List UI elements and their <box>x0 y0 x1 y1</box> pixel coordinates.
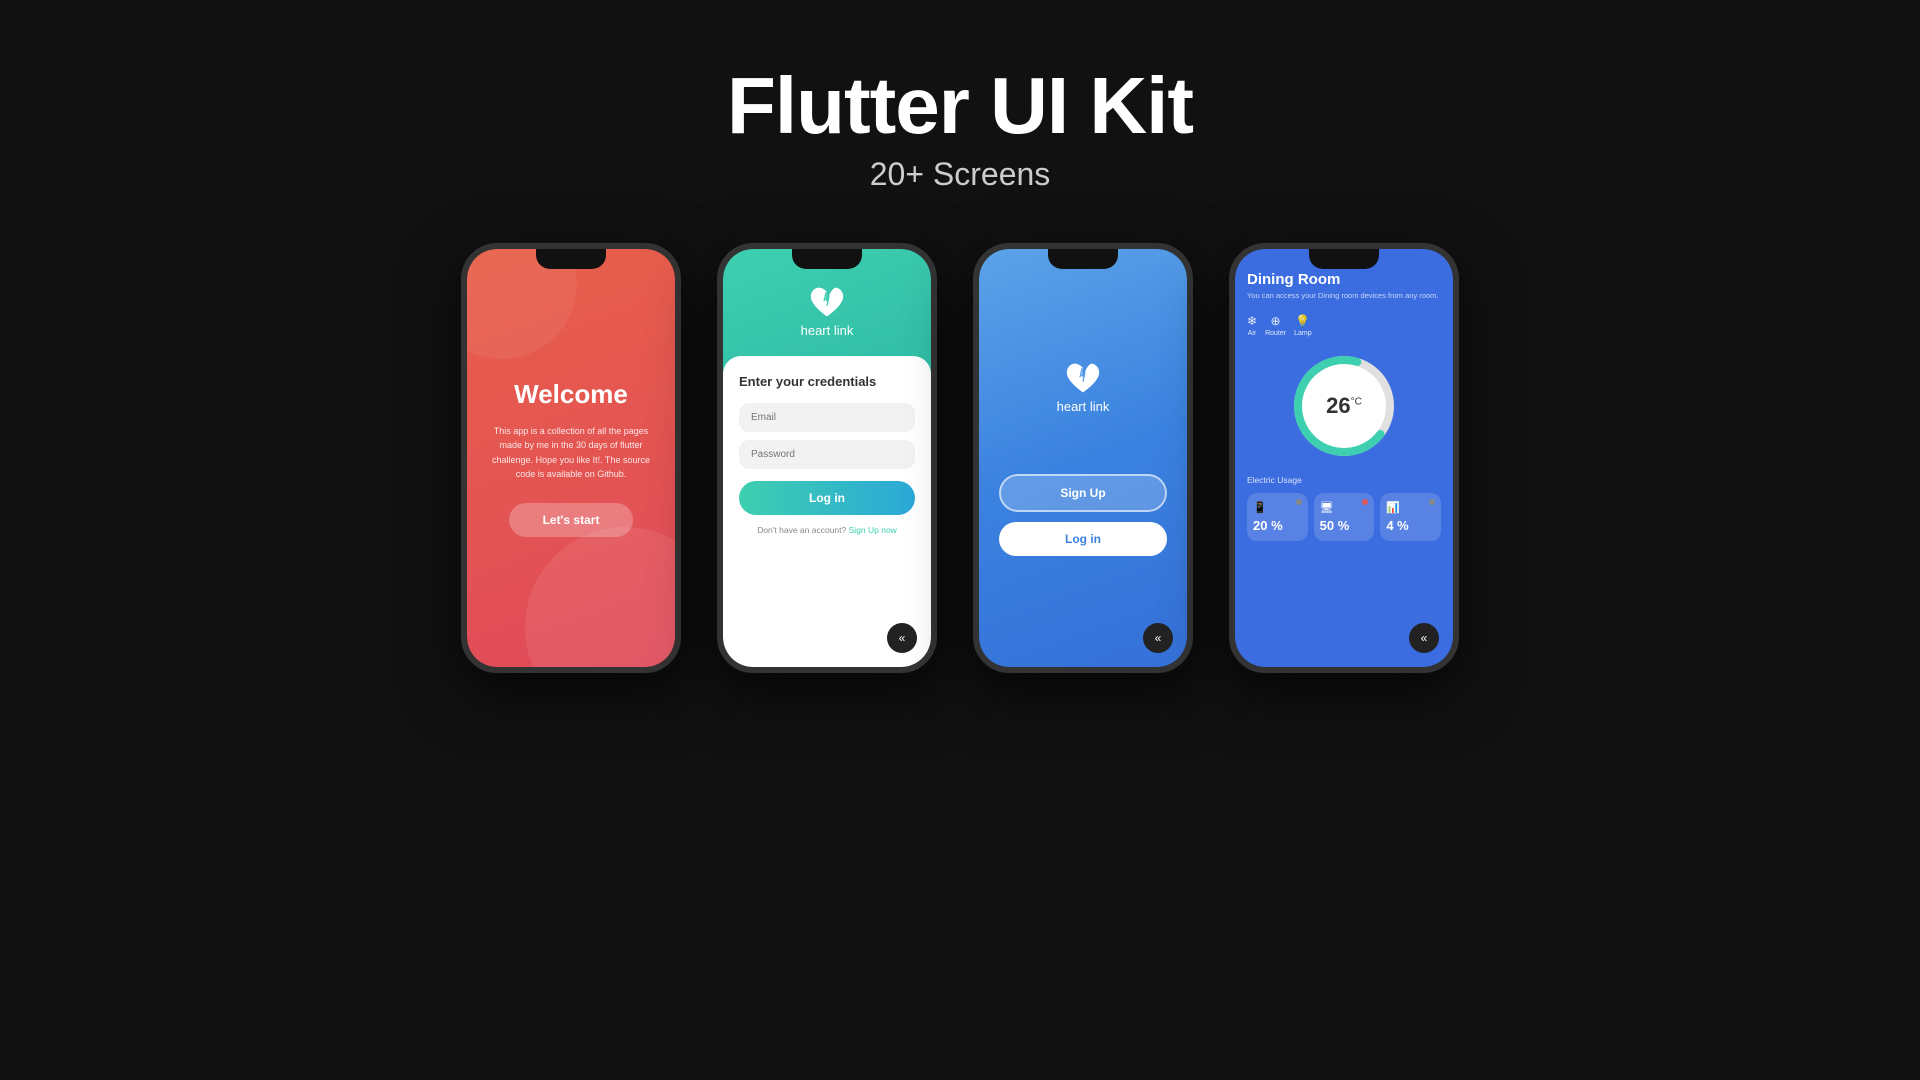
phones-container: Welcome This app is a collection of all … <box>461 243 1459 673</box>
login-button[interactable]: Log in <box>739 481 915 515</box>
phone-smarthome: Dining Room You can access your Dining r… <box>1229 243 1459 673</box>
device-lamp: 💡 Lamp <box>1294 314 1312 337</box>
electric-usage-label: Electric Usage <box>1247 475 1441 485</box>
app-name-bold: heart <box>801 323 831 338</box>
usage-row: 📱 20 % 🖥 50 % 📊 4 % <box>1247 493 1441 541</box>
login-button-signup-screen[interactable]: Log in <box>999 522 1167 556</box>
welcome-desc: This app is a collection of all the page… <box>487 424 655 482</box>
temp-unit: °C <box>1351 396 1362 407</box>
router-label: Router <box>1265 330 1286 337</box>
nav-arrow-smarthome[interactable]: « <box>1409 623 1439 653</box>
welcome-title: Welcome <box>514 379 628 410</box>
logo-area-login: heart link <box>801 285 854 338</box>
app-name-signup: heart link <box>1057 399 1110 414</box>
signup-link[interactable]: Sign Up now <box>849 525 897 535</box>
usage-percent-ac: 20 % <box>1253 518 1283 533</box>
heart-icon-login <box>809 285 845 319</box>
app-name-light-signup: link <box>1086 399 1109 414</box>
nav-arrow-login[interactable]: « <box>887 623 917 653</box>
logo-area-signup: heart link <box>1057 361 1110 414</box>
phone-screen-login: heart link Enter your credentials Log in… <box>723 249 931 667</box>
phone-screen-welcome: Welcome This app is a collection of all … <box>467 249 675 667</box>
page-title: Flutter UI Kit <box>727 60 1193 152</box>
temp-number: 26 <box>1326 393 1350 418</box>
usage-percent-tv: 50 % <box>1320 518 1350 533</box>
phone-screen-signup: heart link Sign Up Log in « <box>979 249 1187 667</box>
phone-login: heart link Enter your credentials Log in… <box>717 243 937 673</box>
app-name-login: heart link <box>801 323 854 338</box>
phone-welcome: Welcome This app is a collection of all … <box>461 243 681 673</box>
signup-button[interactable]: Sign Up <box>999 474 1167 512</box>
room-desc: You can access your Dining room devices … <box>1247 291 1441 302</box>
usage-card-other: 📊 4 % <box>1380 493 1441 541</box>
device-air: ❄ Air <box>1247 314 1257 337</box>
lamp-icon: 💡 <box>1295 314 1310 328</box>
room-title: Dining Room <box>1247 271 1441 288</box>
usage-card-tv: 🖥 50 % <box>1314 493 1375 541</box>
signup-hint-text: Don't have an account? <box>757 525 846 535</box>
deco-circle-bottom <box>525 527 675 667</box>
signup-hint: Don't have an account? Sign Up now <box>739 525 915 535</box>
phone-notch-3 <box>1048 249 1118 269</box>
temp-ring: 26°C <box>1289 351 1399 461</box>
app-name-bold-signup: heart <box>1057 399 1087 414</box>
lamp-label: Lamp <box>1294 330 1312 337</box>
page-subtitle: 20+ Screens <box>727 156 1193 193</box>
phone-notch-4 <box>1309 249 1379 269</box>
air-label: Air <box>1248 330 1257 337</box>
heart-icon-signup <box>1065 361 1101 395</box>
phone-screen-smarthome: Dining Room You can access your Dining r… <box>1235 249 1453 667</box>
app-name-light: link <box>830 323 853 338</box>
usage-dot-other <box>1429 499 1435 505</box>
phone-notch-2 <box>792 249 862 269</box>
ac-icon: 📱 <box>1253 501 1267 514</box>
devices-row: ❄ Air ⊕ Router 💡 Lamp <box>1247 314 1441 337</box>
other-icon: 📊 <box>1386 501 1400 514</box>
usage-percent-other: 4 % <box>1386 518 1408 533</box>
temperature-display: 26°C <box>1247 351 1441 461</box>
nav-arrow-signup[interactable]: « <box>1143 623 1173 653</box>
login-card-title: Enter your credentials <box>739 374 915 389</box>
router-icon: ⊕ <box>1271 314 1281 328</box>
page-header: Flutter UI Kit 20+ Screens <box>727 60 1193 193</box>
phone-notch-1 <box>536 249 606 269</box>
usage-dot-ac <box>1296 499 1302 505</box>
usage-dot-tv <box>1362 499 1368 505</box>
usage-card-ac: 📱 20 % <box>1247 493 1308 541</box>
email-input[interactable] <box>739 403 915 432</box>
phone-signup: heart link Sign Up Log in « <box>973 243 1193 673</box>
tv-icon: 🖥 <box>1320 501 1334 514</box>
login-card: Enter your credentials Log in Don't have… <box>723 356 931 667</box>
password-input[interactable] <box>739 440 915 469</box>
temperature-value: 26°C <box>1326 393 1362 419</box>
air-icon: ❄ <box>1247 314 1257 328</box>
device-router: ⊕ Router <box>1265 314 1286 337</box>
